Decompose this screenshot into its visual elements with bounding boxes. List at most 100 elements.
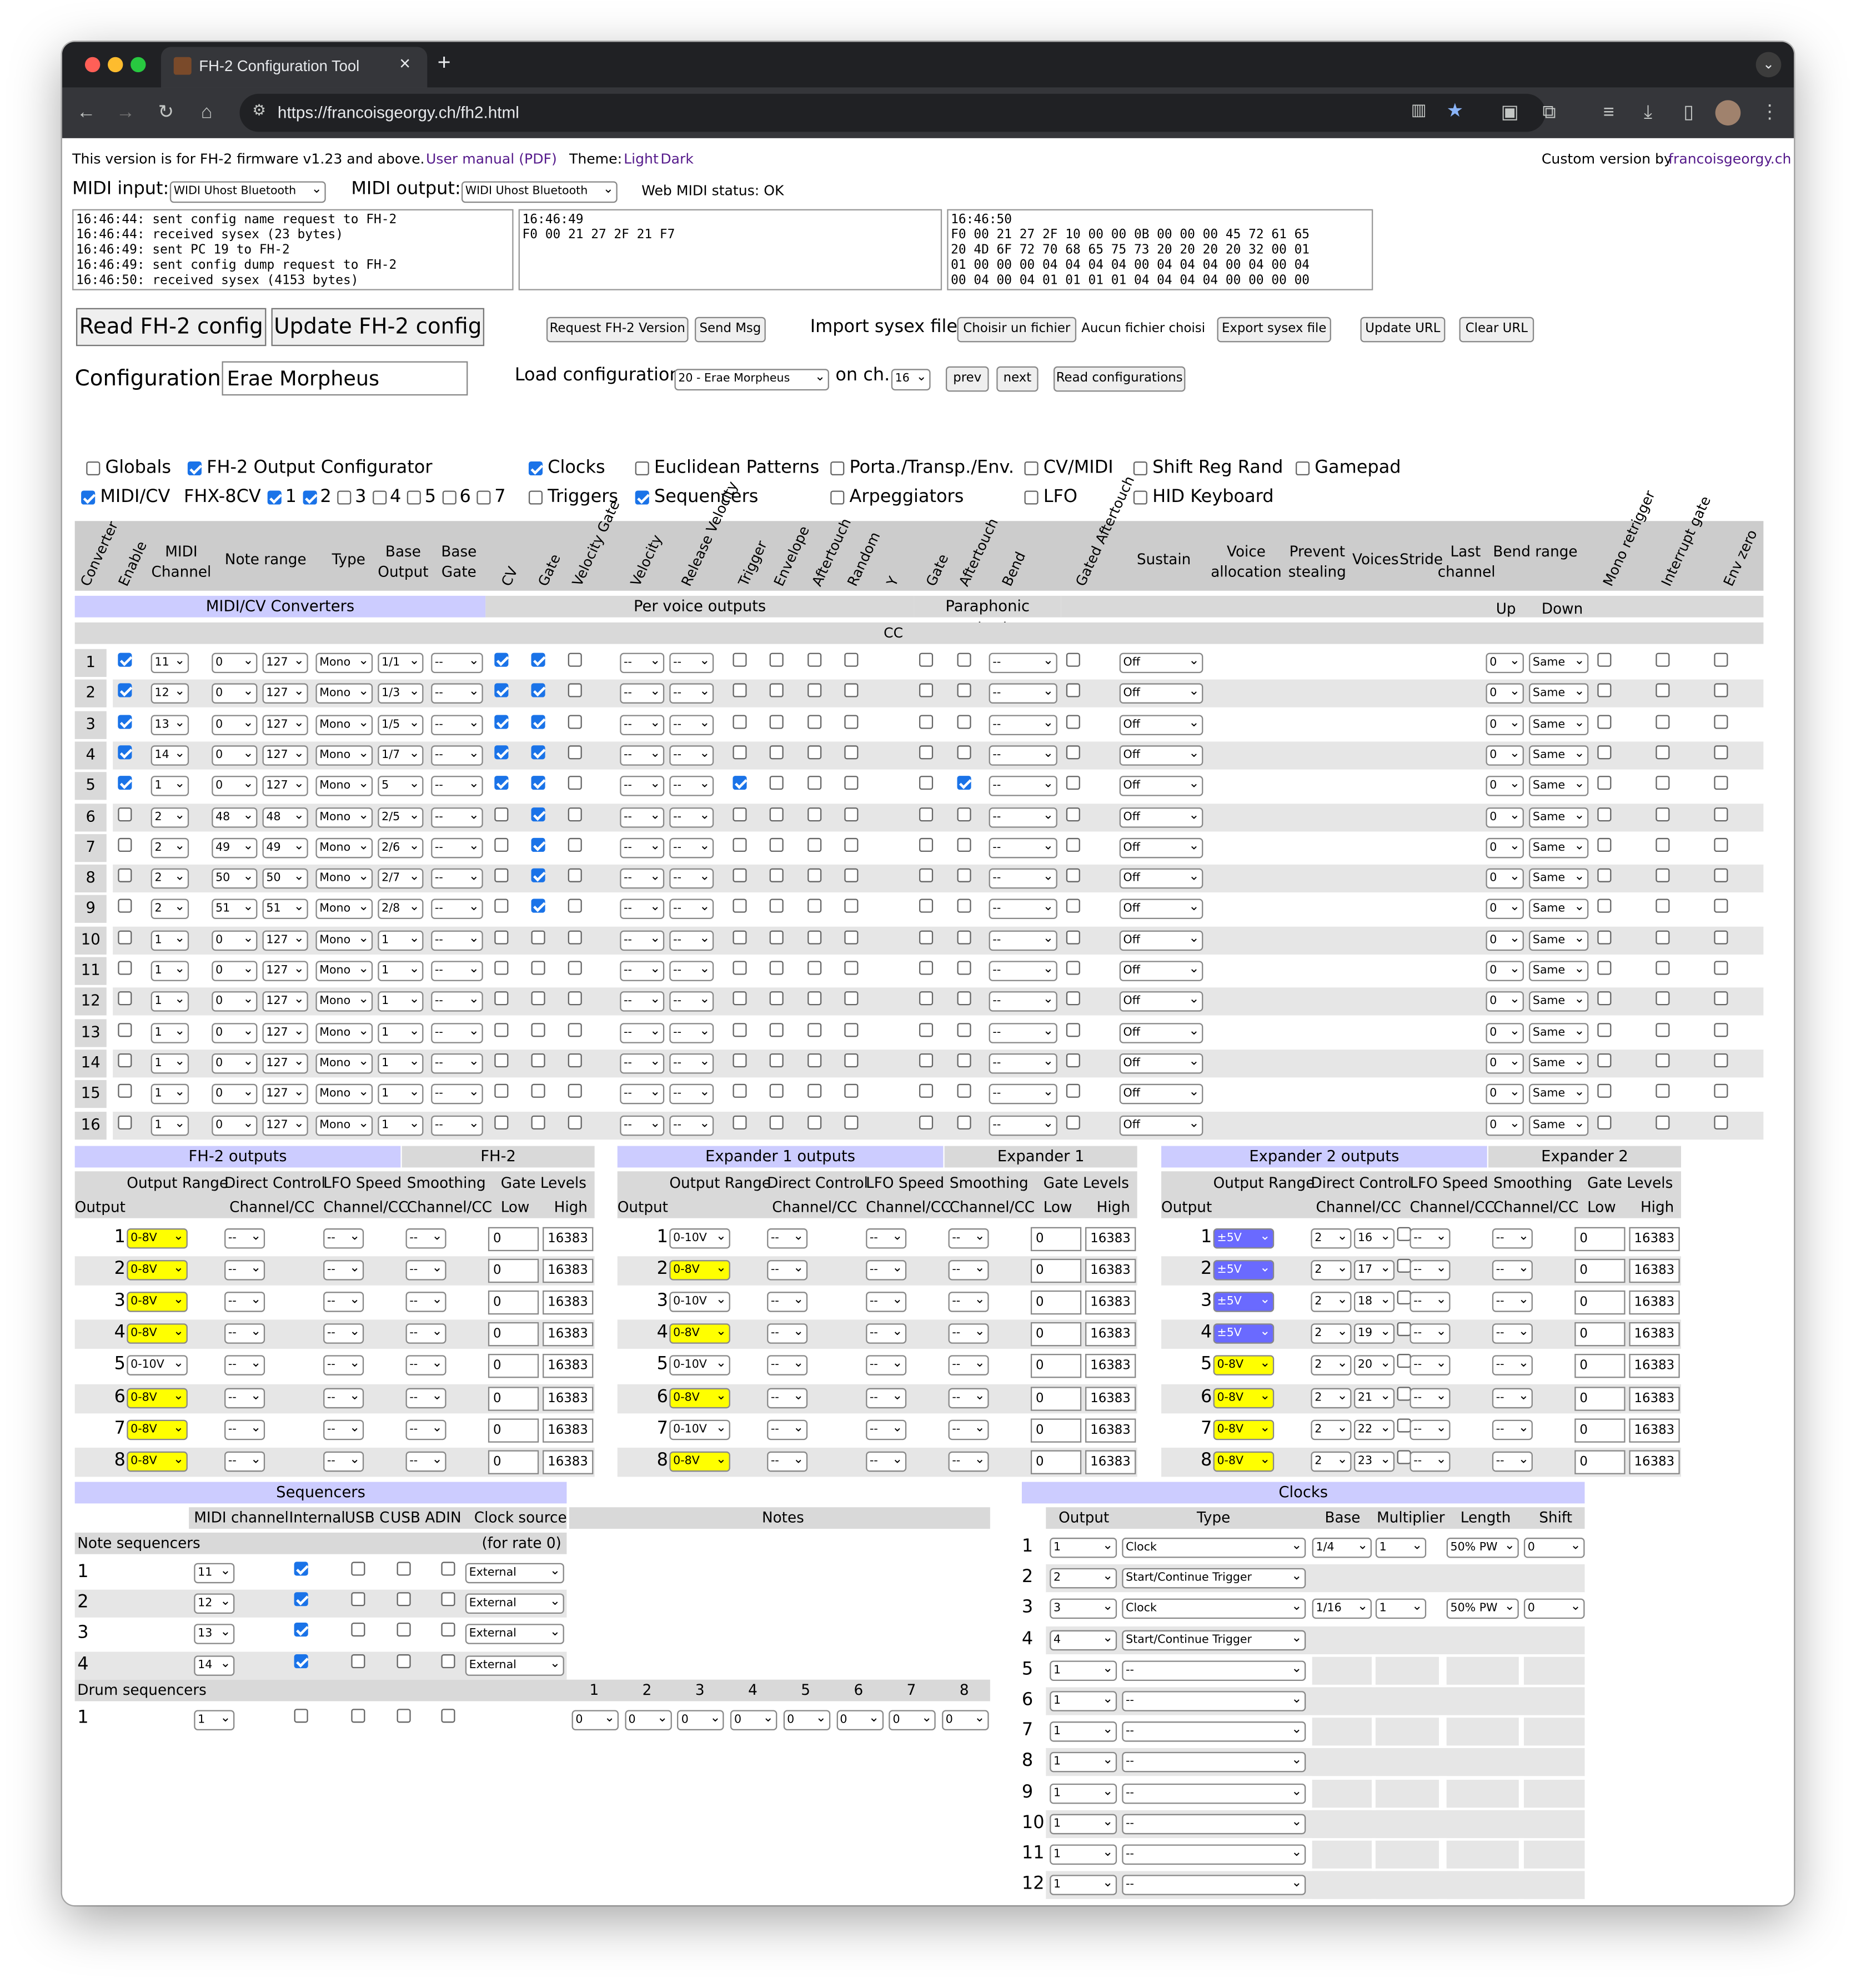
velocity-select[interactable]: -- bbox=[620, 961, 665, 981]
para-gate-checkbox[interactable] bbox=[919, 652, 934, 667]
trigger-checkbox[interactable] bbox=[733, 652, 747, 667]
bend-down-select[interactable]: Same bbox=[1529, 745, 1589, 766]
gate-high-input[interactable]: 16383 bbox=[543, 1418, 594, 1442]
gate-checkbox[interactable] bbox=[531, 961, 545, 975]
smoothing-select[interactable]: -- bbox=[948, 1292, 989, 1313]
mono-retrigger-checkbox[interactable] bbox=[1597, 1084, 1612, 1098]
output-range-select[interactable]: 0-8V bbox=[127, 1451, 188, 1472]
gate-high-input[interactable]: 16383 bbox=[1085, 1259, 1136, 1283]
direct-control-select[interactable]: -- bbox=[767, 1419, 808, 1440]
direct-control-select[interactable]: -- bbox=[224, 1387, 265, 1408]
release-velocity-select[interactable]: -- bbox=[669, 1084, 714, 1105]
note-high-select[interactable]: 127 bbox=[262, 684, 308, 704]
aftertouch-checkbox[interactable] bbox=[807, 1115, 822, 1129]
gate-checkbox[interactable] bbox=[531, 652, 545, 667]
seq-usbc-checkbox[interactable] bbox=[351, 1654, 365, 1668]
base-gate-select[interactable]: -- bbox=[431, 991, 483, 1012]
bend-up-select[interactable]: 0 bbox=[1486, 684, 1524, 704]
direct-control-checkbox[interactable] bbox=[1397, 1354, 1411, 1369]
base-output-select[interactable]: 1 bbox=[378, 1022, 424, 1043]
bend-up-select[interactable]: 0 bbox=[1486, 930, 1524, 951]
aftertouch-checkbox[interactable] bbox=[807, 745, 822, 760]
seq-clock-source-select[interactable]: External bbox=[465, 1563, 564, 1584]
output-range-select[interactable]: ±5V bbox=[1213, 1292, 1275, 1313]
smoothing-select[interactable]: -- bbox=[1492, 1292, 1533, 1313]
drum-route-checkbox-3[interactable] bbox=[441, 1709, 455, 1723]
seq-din-checkbox[interactable] bbox=[441, 1654, 455, 1668]
lfo-speed-select[interactable]: -- bbox=[323, 1228, 364, 1249]
release-velocity-select[interactable]: -- bbox=[669, 930, 714, 951]
gate-high-input[interactable]: 16383 bbox=[1085, 1449, 1136, 1474]
para-gate-checkbox[interactable] bbox=[919, 1022, 934, 1037]
output-range-select[interactable]: 0-8V bbox=[669, 1260, 730, 1281]
seq-usba-checkbox[interactable] bbox=[397, 1592, 411, 1607]
para-aftertouch-checkbox[interactable] bbox=[957, 1115, 971, 1129]
velocity-gate-checkbox[interactable] bbox=[568, 807, 582, 821]
trigger-checkbox[interactable] bbox=[733, 991, 747, 1006]
seq-usba-checkbox[interactable] bbox=[397, 1623, 411, 1637]
load-channel-select[interactable]: 16 bbox=[891, 369, 931, 391]
cv-checkbox[interactable] bbox=[494, 745, 509, 760]
random-checkbox[interactable] bbox=[844, 807, 859, 821]
bend-up-select[interactable]: 0 bbox=[1486, 961, 1524, 981]
drum-route-checkbox-2[interactable] bbox=[397, 1709, 411, 1723]
gated-aftertouch-checkbox[interactable] bbox=[1066, 1022, 1080, 1037]
enable-checkbox[interactable] bbox=[118, 684, 132, 698]
clock-base-select[interactable]: 1/4 bbox=[1312, 1538, 1372, 1558]
gate-low-input[interactable]: 0 bbox=[1030, 1227, 1082, 1252]
release-velocity-select[interactable]: -- bbox=[669, 991, 714, 1012]
random-checkbox[interactable] bbox=[844, 714, 859, 729]
envelope-checkbox[interactable] bbox=[769, 991, 784, 1006]
close-tab-icon[interactable]: × bbox=[399, 53, 410, 75]
gate-low-input[interactable]: 0 bbox=[1030, 1322, 1082, 1347]
bend-select[interactable]: -- bbox=[989, 961, 1057, 981]
mono-retrigger-checkbox[interactable] bbox=[1597, 652, 1612, 667]
env-zero-checkbox[interactable] bbox=[1714, 837, 1728, 852]
clock-output-select[interactable]: 2 bbox=[1050, 1568, 1117, 1589]
gated-aftertouch-checkbox[interactable] bbox=[1066, 868, 1080, 883]
direct-control-checkbox[interactable] bbox=[1397, 1227, 1411, 1241]
aftertouch-checkbox[interactable] bbox=[807, 1084, 822, 1098]
gate-low-input[interactable]: 0 bbox=[1574, 1259, 1626, 1283]
gated-aftertouch-checkbox[interactable] bbox=[1066, 745, 1080, 760]
direct-control-checkbox[interactable] bbox=[1397, 1322, 1411, 1337]
trigger-checkbox[interactable] bbox=[733, 961, 747, 975]
gated-aftertouch-checkbox[interactable] bbox=[1066, 776, 1080, 790]
drum-step-select[interactable]: 0 bbox=[941, 1710, 989, 1731]
lfo-speed-select[interactable]: -- bbox=[1409, 1292, 1451, 1313]
aftertouch-checkbox[interactable] bbox=[807, 684, 822, 698]
trigger-checkbox[interactable] bbox=[733, 684, 747, 698]
base-gate-select[interactable]: -- bbox=[431, 714, 483, 735]
smoothing-select[interactable]: -- bbox=[1492, 1419, 1533, 1440]
reader-mode-icon[interactable]: ▥ bbox=[1411, 100, 1427, 121]
para-aftertouch-checkbox[interactable] bbox=[957, 1084, 971, 1098]
velocity-select[interactable]: -- bbox=[620, 899, 665, 920]
clock-length-select[interactable]: 50% PW bbox=[1446, 1599, 1519, 1620]
lfo-speed-select[interactable]: -- bbox=[323, 1260, 364, 1281]
fhx-checkbox-3[interactable] bbox=[337, 490, 352, 505]
random-checkbox[interactable] bbox=[844, 652, 859, 667]
base-output-select[interactable]: 2/5 bbox=[378, 807, 424, 827]
direct-control-channel-select[interactable]: 2 bbox=[1311, 1260, 1352, 1281]
direct-control-cc-select[interactable]: 16 bbox=[1354, 1228, 1395, 1249]
seq-usbc-checkbox[interactable] bbox=[351, 1562, 365, 1576]
bend-select[interactable]: -- bbox=[989, 899, 1057, 920]
clock-base-select[interactable]: 1/16 bbox=[1312, 1599, 1372, 1620]
smoothing-select[interactable]: -- bbox=[948, 1387, 989, 1408]
midi-channel-select[interactable]: 1 bbox=[151, 1053, 189, 1074]
midi-input-select[interactable]: WIDI Uhost Bluetooth bbox=[169, 181, 326, 203]
note-high-select[interactable]: 127 bbox=[262, 991, 308, 1012]
note-high-select[interactable]: 127 bbox=[262, 1053, 308, 1074]
midi-channel-select[interactable]: 14 bbox=[151, 745, 189, 766]
trigger-checkbox[interactable] bbox=[733, 714, 747, 729]
gate-low-input[interactable]: 0 bbox=[488, 1227, 539, 1252]
bend-select[interactable]: -- bbox=[989, 1022, 1057, 1043]
gate-low-input[interactable]: 0 bbox=[1574, 1386, 1626, 1410]
random-checkbox[interactable] bbox=[844, 837, 859, 852]
bend-up-select[interactable]: 0 bbox=[1486, 1084, 1524, 1105]
env-zero-checkbox[interactable] bbox=[1714, 930, 1728, 944]
lfo-speed-select[interactable]: -- bbox=[323, 1323, 364, 1344]
velocity-select[interactable]: -- bbox=[620, 776, 665, 797]
seq-clock-source-select[interactable]: External bbox=[465, 1624, 564, 1645]
gate-checkbox[interactable] bbox=[531, 776, 545, 790]
